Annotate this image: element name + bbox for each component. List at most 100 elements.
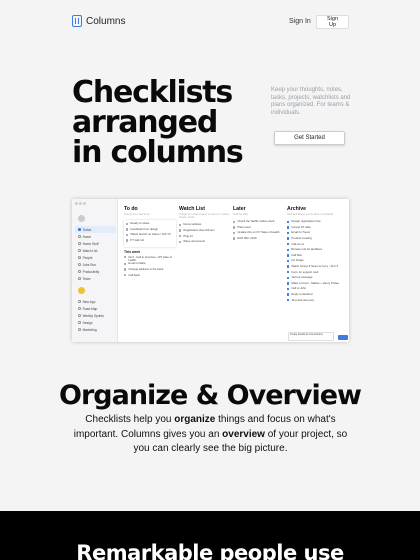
team-avatar: [78, 287, 85, 294]
list-icon: [78, 328, 81, 331]
checkbox-icon[interactable]: [124, 262, 127, 266]
column-subtitle: Things you want to keep an eye on, movie…: [179, 213, 230, 220]
sidebar-item[interactable]: Design: [75, 319, 116, 326]
list-icon: [78, 242, 81, 245]
subsection-title: This week: [124, 249, 141, 254]
columns-logo-icon: [72, 15, 82, 27]
checked-icon[interactable]: [287, 259, 290, 263]
task-item[interactable]: Call back: [124, 273, 176, 280]
checked-icon[interactable]: [287, 226, 290, 229]
checked-icon[interactable]: [287, 293, 290, 296]
window-controls: [75, 202, 86, 205]
list-icon: [78, 277, 81, 280]
hero-title: Checklists arranged in columns: [72, 75, 244, 170]
list-icon: [78, 228, 81, 231]
column-subtitle: Stuff and things you've done or archived: [287, 213, 334, 216]
logo[interactable]: Columns: [72, 15, 125, 27]
create-board-input[interactable]: Create boards for sub-sections: [288, 332, 334, 341]
app-screenshot: Todos Home Home Stuff Watch List People …: [72, 199, 349, 342]
checkbox-icon[interactable]: [126, 239, 129, 242]
sidebar-item[interactable]: Weekly Sprints: [75, 312, 116, 319]
checkbox-icon[interactable]: [179, 240, 182, 243]
top-nav: Columns Sign In Sign Up: [0, 0, 420, 44]
column-later: Later Stuff for later Check the Netflix …: [233, 206, 285, 243]
checked-icon[interactable]: [287, 220, 290, 223]
list-icon: [78, 300, 81, 303]
get-started-button[interactable]: Get Started: [274, 131, 345, 145]
hero-title-line: arranged: [72, 105, 218, 140]
checked-icon[interactable]: [287, 276, 290, 279]
hero-title-line: in columns: [72, 135, 244, 170]
column-title: To do: [124, 206, 138, 212]
checkbox-icon[interactable]: [126, 222, 129, 225]
checkbox-icon[interactable]: [124, 273, 127, 277]
hero-description: Keep your thoughts, notes, tasks, projec…: [271, 87, 351, 116]
sidebar-item[interactable]: People: [75, 254, 116, 261]
checkbox-icon[interactable]: [179, 234, 182, 238]
logo-text: Columns: [86, 15, 126, 27]
sidebar-item[interactable]: Productivity: [75, 268, 116, 275]
column-watch-list: Watch List Things you want to keep an ey…: [179, 206, 231, 246]
sidebar-item[interactable]: Road Map: [75, 305, 116, 312]
hero-title-line: Checklists: [72, 75, 233, 110]
signup-button[interactable]: Sign Up: [316, 15, 349, 29]
task-item[interactable]: Text web site post: [287, 298, 345, 305]
signin-link[interactable]: Sign In: [289, 18, 311, 25]
sidebar-item[interactable]: Home: [75, 233, 116, 240]
checked-icon[interactable]: [287, 298, 290, 302]
task-card: Ready to share Feedback from design Watc…: [124, 220, 176, 247]
sidebar-item[interactable]: Watch List: [75, 247, 116, 254]
sidebar-item[interactable]: Todos: [75, 226, 116, 233]
checkbox-icon[interactable]: [179, 229, 182, 232]
new-item-button[interactable]: [338, 335, 348, 340]
checkbox-icon[interactable]: [124, 255, 127, 259]
testimonial-section: Remarkable people use: [0, 511, 420, 560]
checked-icon[interactable]: [287, 242, 290, 246]
list-icon: [78, 270, 81, 273]
list-icon: [78, 321, 81, 324]
avatar: [78, 215, 85, 222]
sidebar-item[interactable]: New App: [75, 298, 116, 305]
list-icon: [78, 256, 81, 259]
checkbox-icon[interactable]: [126, 233, 129, 237]
sidebar-list: Todos Home Home Stuff Watch List People …: [75, 226, 116, 333]
sidebar-item[interactable]: Home Stuff: [75, 240, 116, 247]
list-icon: [78, 307, 81, 310]
list-icon: [78, 235, 81, 238]
column-subtitle: Things you need to do: [124, 213, 150, 216]
sidebar-item[interactable]: Jobs Run: [75, 261, 116, 268]
list-icon: [78, 314, 81, 317]
column-subtitle: Stuff for later: [233, 213, 248, 216]
section-title: Remarkable people use: [76, 541, 344, 560]
column-title: Watch List: [179, 206, 206, 212]
checked-icon[interactable]: [287, 237, 290, 240]
task-item[interactable]: PT call coll: [126, 238, 174, 245]
checkbox-icon[interactable]: [233, 231, 236, 235]
checkbox-icon[interactable]: [233, 237, 236, 240]
checkbox-icon[interactable]: [124, 268, 127, 271]
list-icon: [78, 249, 81, 252]
checkbox-icon[interactable]: [126, 228, 129, 231]
list-icon: [78, 263, 81, 266]
sidebar-item[interactable]: Marketing: [75, 326, 116, 333]
checkbox-icon[interactable]: [233, 226, 236, 229]
app-sidebar: Todos Home Home Stuff Watch List People …: [72, 199, 118, 342]
checked-icon[interactable]: [287, 270, 290, 274]
column-title: Later: [233, 206, 246, 212]
column-todo: To do Things you need to do Ready to sha…: [124, 206, 176, 279]
checked-icon[interactable]: [287, 254, 290, 257]
task-item[interactable]: ECD 500, 2019: [233, 236, 285, 243]
column-title: Archive: [287, 206, 307, 212]
task-item[interactable]: Wave documents: [179, 239, 231, 246]
sidebar-item[interactable]: Team: [75, 275, 116, 282]
checked-icon[interactable]: [287, 287, 290, 291]
organize-title: Organize & Overview: [59, 380, 362, 411]
checked-icon[interactable]: [287, 265, 290, 268]
checked-icon[interactable]: [287, 282, 290, 285]
column-archive: Archive Stuff and things you've done or …: [287, 206, 345, 304]
checkbox-icon[interactable]: [233, 220, 236, 223]
checkbox-icon[interactable]: [179, 223, 182, 227]
organize-text: Checklists help you organize things and …: [73, 414, 348, 454]
checked-icon[interactable]: [287, 248, 290, 251]
checked-icon[interactable]: [287, 231, 290, 235]
